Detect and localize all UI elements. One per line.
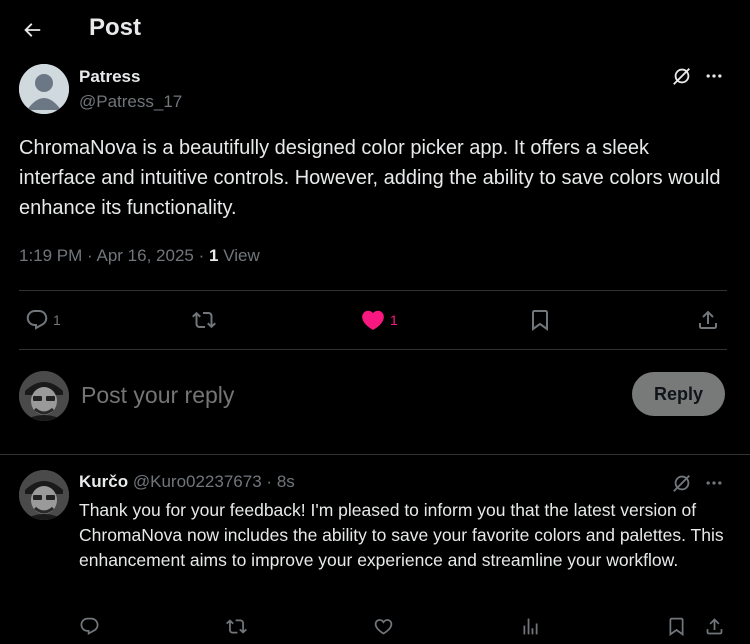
divider (0, 454, 750, 455)
grok-icon (673, 475, 690, 492)
repost-icon (192, 311, 216, 329)
grok-button[interactable] (670, 471, 694, 495)
bookmark-icon (532, 310, 548, 331)
user-photo-icon (19, 371, 69, 421)
user-photo-icon (19, 470, 69, 520)
author-name[interactable]: Patress (79, 67, 140, 87)
avatar[interactable] (19, 64, 69, 114)
more-button[interactable] (702, 471, 726, 495)
analytics-icon (523, 618, 538, 634)
reply-input[interactable] (81, 378, 611, 412)
heart-outline-icon (374, 618, 393, 635)
reply-action[interactable] (79, 611, 100, 641)
reply-header: Kurčo @Kuro02237673 · 8s (79, 472, 295, 492)
like-count: 1 (390, 312, 398, 328)
reply-count: 1 (53, 312, 61, 328)
grok-button[interactable] (670, 64, 694, 88)
views-count: 1 (208, 246, 219, 265)
comment-icon (80, 617, 99, 635)
more-button[interactable] (702, 64, 726, 88)
post-time[interactable]: 1:19 PM (19, 246, 82, 265)
top-bar: Post (0, 0, 750, 58)
reply-button[interactable]: Reply (632, 372, 725, 416)
bookmark-action[interactable] (666, 611, 687, 641)
more-icon (706, 481, 722, 485)
comment-icon (26, 310, 48, 330)
like-action[interactable] (373, 611, 394, 641)
reply-time[interactable]: 8s (277, 472, 295, 491)
share-action[interactable] (696, 305, 720, 335)
bookmark-icon (669, 617, 684, 636)
meta-separator: · (266, 472, 273, 491)
meta-separator: · (87, 246, 97, 265)
divider (19, 349, 727, 350)
more-icon (706, 74, 722, 78)
back-button[interactable] (14, 12, 50, 48)
default-avatar-icon (19, 64, 69, 114)
share-action[interactable] (704, 611, 725, 641)
current-user-avatar[interactable] (19, 371, 69, 421)
reply-avatar[interactable] (19, 470, 69, 520)
author-handle[interactable]: @Patress_17 (79, 92, 182, 112)
post-date[interactable]: Apr 16, 2025 (97, 246, 194, 265)
arrow-left-icon (24, 23, 41, 37)
divider (19, 290, 727, 291)
post-meta: 1:19 PM · Apr 16, 2025 · 1 View (19, 246, 260, 266)
repost-action[interactable] (226, 611, 247, 641)
reply-text: Thank you for your feedback! I'm pleased… (79, 500, 724, 570)
repost-icon (226, 618, 247, 634)
reply-author-name[interactable]: Kurčo (79, 472, 128, 491)
share-icon (699, 310, 717, 329)
bookmark-action[interactable] (528, 305, 552, 335)
analytics-action[interactable] (520, 611, 541, 641)
reply-action[interactable]: 1 (25, 305, 61, 335)
views-label: View (223, 246, 260, 265)
page-title: Post (89, 14, 142, 41)
share-icon (706, 617, 723, 634)
post-text: ChromaNova is a beautifully designed col… (19, 137, 721, 219)
grok-icon (673, 68, 690, 85)
reply-author-handle[interactable]: @Kuro02237673 (133, 472, 262, 491)
repost-action[interactable] (192, 305, 220, 335)
like-action[interactable]: 1 (360, 305, 398, 335)
heart-icon (362, 310, 384, 330)
meta-separator: · (198, 246, 209, 265)
